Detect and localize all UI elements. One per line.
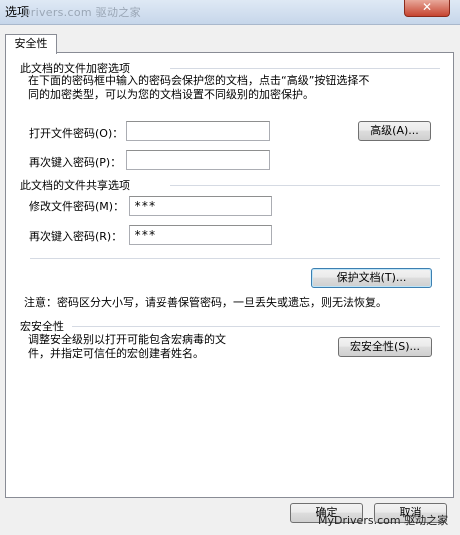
- open-password-field[interactable]: [126, 121, 270, 141]
- macro-divider: [72, 326, 440, 327]
- protect-divider: [30, 258, 440, 259]
- encryption-description-line2: 同的加密类型，可以为您的文档设置不同级别的加密保护。: [28, 88, 314, 101]
- macro-security-button[interactable]: 宏安全性(S)...: [338, 337, 432, 357]
- advanced-button[interactable]: 高级(A)...: [358, 121, 431, 141]
- open-password-label: 打开文件密码(O)：: [29, 127, 124, 140]
- protect-document-button[interactable]: 保护文档(T)...: [311, 268, 432, 288]
- watermark-bottom: MyDrivers.com 驱动之家: [318, 514, 449, 527]
- encryption-description-line1: 在下面的密码框中输入的密码会保护您的文档，点击“高级”按钮选择不: [28, 74, 370, 87]
- macro-description-line1: 调整安全级别以打开可能包含宏病毒的文: [28, 333, 226, 346]
- modify-password-label: 修改文件密码(M)：: [29, 200, 125, 213]
- macro-heading: 宏安全性: [20, 320, 64, 333]
- password-note: 注意：密码区分大小写，请妥善保管密码，一旦丢失或遗忘，则无法恢复。: [24, 296, 387, 309]
- tab-security[interactable]: 安全性: [5, 34, 57, 54]
- macro-description-line2: 件，并指定可信任的宏创建者姓名。: [28, 347, 204, 360]
- encryption-divider: [170, 68, 440, 69]
- sharing-heading: 此文档的文件共享选项: [20, 179, 130, 192]
- reenter-modify-password-field[interactable]: ***: [129, 225, 272, 245]
- close-button[interactable]: ✕: [404, 0, 450, 17]
- watermark-top: Drivers.com 驱动之家: [22, 6, 141, 19]
- reenter-open-password-label: 再次键入密码(P)：: [29, 156, 122, 169]
- reenter-modify-password-label: 再次键入密码(R)：: [29, 230, 123, 243]
- sharing-divider: [170, 185, 440, 186]
- modify-password-field[interactable]: ***: [129, 196, 272, 216]
- reenter-open-password-field[interactable]: [126, 150, 270, 170]
